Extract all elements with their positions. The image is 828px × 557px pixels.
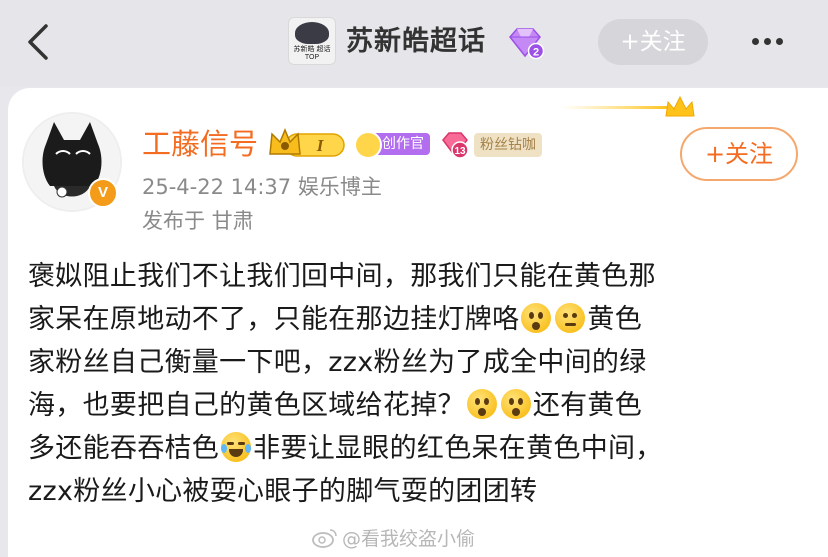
- back-chevron-icon[interactable]: [22, 22, 62, 62]
- post-line: 家粉丝自己衡量一下吧，zzx粉丝为了成全中间的绿: [28, 347, 647, 378]
- shocked-face-emoji-icon: [466, 389, 497, 419]
- fan-title-tag[interactable]: 粉丝钻咖: [474, 133, 542, 157]
- top-nav-bar: 苏新皓 超话TOP 苏新皓超话 2 +关注: [0, 0, 828, 86]
- watermark-text: @看我绞盗小偷: [342, 528, 476, 550]
- more-dots-icon[interactable]: [752, 30, 804, 54]
- shocked-face-emoji-icon: [521, 303, 552, 333]
- fan-level-diamond-icon: 13: [442, 132, 469, 159]
- post-time-and-role: 25-4-22 14:37 娱乐博主: [142, 175, 382, 199]
- post-line: 褒姒阻止我们不让我们回中间，那我们只能在黄色那: [28, 261, 656, 292]
- post-text: 褒姒阻止我们不让我们回中间，那我们只能在黄色那 家呆在原地动不了，只能在那边挂灯…: [28, 255, 788, 513]
- diamond-level-icon: 2: [509, 28, 544, 60]
- topic-thumbnail[interactable]: 苏新皓 超话TOP: [288, 17, 336, 65]
- topic-thumbnail-caption: 苏新皓 超话TOP: [293, 46, 331, 61]
- post-line: 多还能吞吞桔色 非要让显眼的红色呆在黄色中间，: [28, 432, 663, 464]
- shocked-face-emoji-icon: [500, 389, 531, 419]
- crown-decoration-icon: [560, 95, 695, 117]
- member-crown-level-icon: I: [269, 128, 345, 157]
- topic-title[interactable]: 苏新皓超话: [346, 22, 486, 62]
- post-line: 家呆在原地动不了，只能在那边挂灯牌咯 黄色: [28, 303, 643, 335]
- post-location: 发布于 甘肃: [142, 209, 254, 233]
- thinking-face-emoji-icon: [555, 303, 586, 333]
- verified-badge-icon: V: [88, 178, 118, 208]
- post-line: zzx粉丝小心被耍心眼子的脚气耍的团团转: [28, 476, 538, 507]
- svg-text:2: 2: [533, 47, 539, 59]
- creator-badge-icon: [354, 131, 382, 159]
- author-follow-button[interactable]: +关注: [680, 127, 798, 181]
- post-line: 海，也要把自己的黄色区域给花掉？ 还有黄色: [28, 389, 643, 421]
- weibo-logo-icon: [312, 529, 337, 548]
- topic-thumbnail-photo: [295, 22, 329, 44]
- author-name[interactable]: 工藤信号: [142, 124, 258, 164]
- creator-badge[interactable]: 创作官: [354, 131, 434, 159]
- weibo-watermark: @看我绞盗小偷: [312, 525, 475, 553]
- svg-text:13: 13: [454, 146, 466, 157]
- topic-follow-button[interactable]: +关注: [598, 19, 708, 65]
- crying-laughing-emoji-icon: [221, 432, 252, 462]
